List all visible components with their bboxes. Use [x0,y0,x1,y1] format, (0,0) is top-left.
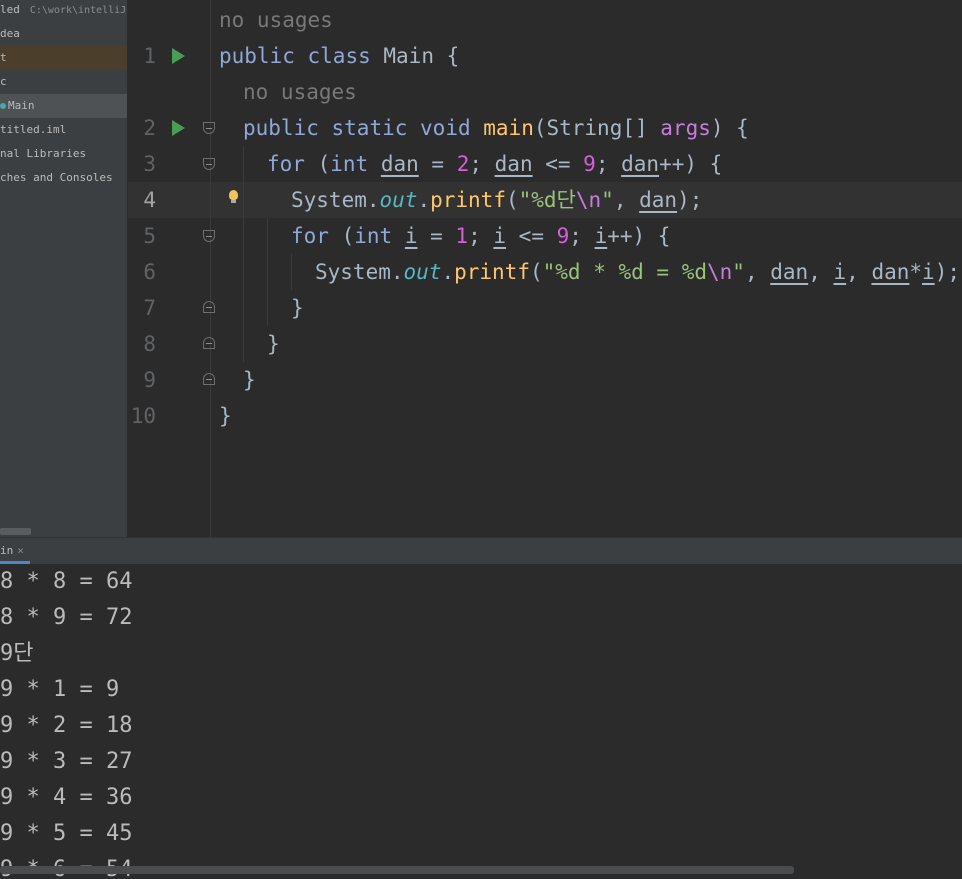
tree-item-label: Main [8,99,35,112]
tree-item-src[interactable]: c [0,70,7,94]
code-line-2: public static void main(String[] args) { [243,116,749,140]
code-line-8: } [267,332,280,356]
tree-root-path: C:\work\intelliJ [29,5,127,16]
run-toolwindow-header: in × [0,537,962,565]
console-line: 9 * 2 = 18 [0,713,133,738]
project-scrollbar[interactable] [0,528,31,535]
run-tab[interactable]: in × [0,538,30,564]
code-line-9: } [243,368,256,392]
code-line-5: for (int i = 1; i <= 9; i++) { [291,224,671,248]
code-editor[interactable]: no usages public class Main { no usages … [211,0,962,537]
indent-guide [243,146,244,362]
line-number: 4 [143,188,156,212]
tree-item-iml[interactable]: titled.iml [0,118,66,142]
tree-item-label: ches and Consoles [0,171,113,184]
tree-item-label: dea [0,27,20,40]
line-number: 6 [143,260,156,284]
tree-item-main[interactable]: Main [0,94,127,118]
console-line: 9 * 4 = 36 [0,785,133,810]
code-line-6: System.out.printf("%d * %d = %d\n", dan,… [315,260,960,284]
line-number: 7 [143,296,156,320]
console-line: 9 * 5 = 45 [0,821,133,846]
code-line-10: } [219,404,232,428]
tree-item-label: c [0,75,7,88]
code-line-3: for (int dan = 2; dan <= 9; dan++) { [267,152,723,176]
class-icon [0,103,6,109]
indent-guide [267,218,268,326]
usages-hint[interactable]: no usages [219,2,333,38]
tree-item-label: t [0,51,7,64]
line-number: 2 [143,116,156,140]
line-number: 8 [143,332,156,356]
console-line: 9 * 3 = 27 [0,749,133,774]
tree-item-idea[interactable]: dea [0,22,20,46]
line-number: 10 [130,404,156,428]
usages-hint[interactable]: no usages [243,74,357,110]
code-line-4: System.out.printf("%d단\n", dan); [291,188,703,212]
run-console[interactable]: 8 * 8 = 64 8 * 9 = 72 9단 9 * 1 = 9 9 * 2… [0,564,962,879]
tree-item-external-libraries[interactable]: nal Libraries [0,142,86,166]
tree-item-out[interactable]: t [0,46,127,70]
run-class-icon[interactable] [172,48,185,64]
close-icon[interactable]: × [17,544,24,557]
code-line-1: public class Main { [219,44,460,68]
tree-item-scratches[interactable]: ches and Consoles [0,166,113,190]
editor-gutter: 1 2 3 4 5 6 7 8 9 10 [128,0,215,537]
line-number: 1 [143,44,156,68]
indent-guide [291,254,292,290]
run-main-icon[interactable] [172,120,185,136]
line-number: 9 [143,368,156,392]
run-tab-label: in [0,544,14,557]
console-line: 9 * 1 = 9 [0,677,120,702]
console-line: 8 * 8 = 64 [0,569,133,594]
line-number: 5 [143,224,156,248]
tree-root[interactable]: led C:\work\intelliJ [0,0,126,22]
console-line: 9단 [0,641,34,666]
console-horizontal-scrollbar[interactable] [0,866,794,874]
console-line: 8 * 9 = 72 [0,605,133,630]
project-panel: led C:\work\intelliJ dea t c Main titled.… [0,0,128,537]
line-number: 3 [143,152,156,176]
tree-item-label: titled.iml [0,123,67,136]
tree-item-label: nal Libraries [0,147,87,160]
tree-root-label: led [0,3,20,16]
lightbulb-icon[interactable] [229,190,238,203]
code-line-7: } [291,296,304,320]
